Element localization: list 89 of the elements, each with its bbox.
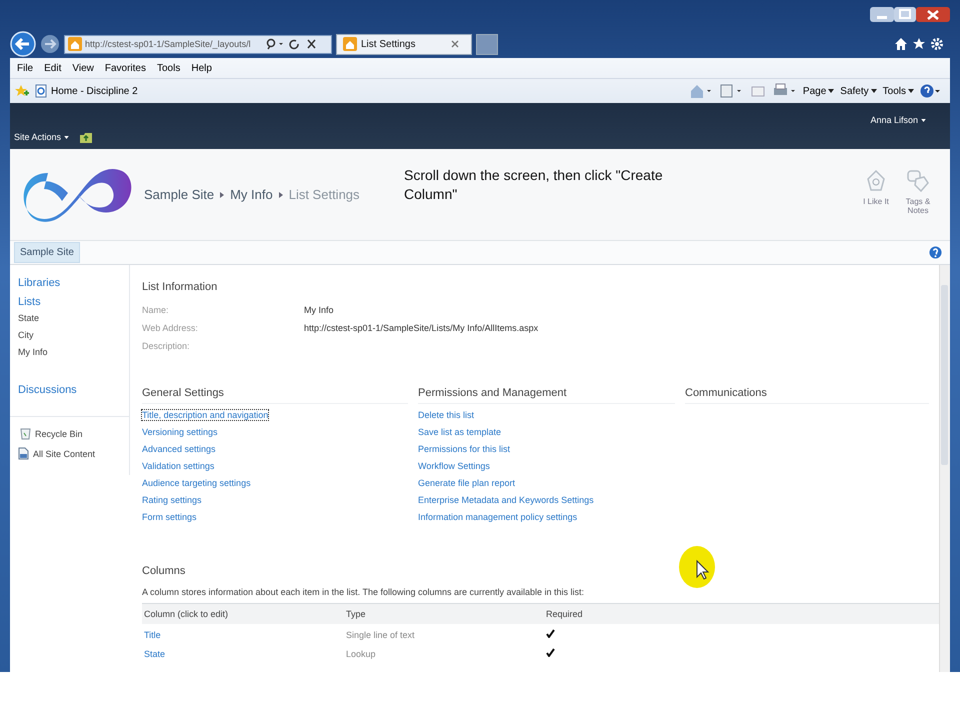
caret-icon — [828, 89, 834, 93]
settings-link[interactable]: Form settings — [142, 512, 197, 522]
scrollbar[interactable] — [939, 265, 950, 672]
section-heading: List Information — [142, 281, 218, 293]
breadcrumb-item: List Settings — [288, 187, 360, 202]
social-button[interactable]: Tags & Notes — [904, 169, 932, 215]
notes-icon — [906, 169, 930, 193]
site-tab[interactable]: Sample Site — [14, 242, 80, 263]
all-site-content-link[interactable]: All Site Content — [18, 447, 129, 468]
caret-icon — [64, 136, 70, 138]
column-header: Column (click to edit) — [144, 609, 230, 619]
document-icon — [18, 447, 29, 460]
nav-item[interactable]: City — [18, 330, 129, 340]
caret-icon — [921, 118, 926, 122]
web-page-icon — [35, 84, 48, 98]
section-heading: General Settings — [142, 387, 408, 404]
nav-item[interactable]: My Info — [18, 347, 129, 357]
menu-item[interactable]: Favorites — [104, 62, 146, 74]
help-icon[interactable] — [929, 246, 942, 259]
caret-icon — [908, 89, 914, 93]
menu-item[interactable]: View — [72, 62, 94, 74]
command-menu[interactable]: Tools — [882, 86, 914, 96]
site-icon — [68, 37, 82, 51]
column-header: Required — [546, 609, 584, 619]
new-tab-button[interactable] — [476, 34, 498, 54]
columns-description: A column stores information about each item in the list. The following columns are currently available in this list: — [142, 587, 586, 597]
nav-heading[interactable]: Lists — [18, 296, 129, 308]
field-label: Web Address: — [142, 323, 199, 333]
nav-item[interactable]: State — [18, 313, 129, 323]
back-icon[interactable] — [10, 31, 36, 57]
menu-item[interactable]: Edit — [44, 62, 62, 74]
section-heading: Permissions and Management — [418, 387, 675, 404]
window-controls-icon[interactable] — [870, 7, 950, 23]
settings-link[interactable]: Permissions for this list — [418, 444, 510, 454]
tutorial-note: Scroll down the screen, then click "Create Column" — [404, 166, 664, 204]
chevron-icon — [278, 192, 283, 198]
section-heading: Columns — [142, 565, 186, 577]
favorites-star-icon[interactable] — [14, 84, 29, 98]
breadcrumb-item[interactable]: My Info — [230, 187, 273, 202]
settings-link[interactable]: Rating settings — [142, 495, 202, 505]
settings-link[interactable]: Title, description and navigation — [142, 410, 268, 420]
caret-icon — [870, 89, 877, 93]
chevron-icon — [220, 192, 224, 198]
social-button[interactable]: I Like It — [862, 169, 890, 215]
table-cell: Single line of text — [346, 630, 415, 640]
settings-link[interactable]: Save list as template — [418, 427, 502, 437]
user-menu[interactable]: Anna Lifson — [870, 115, 926, 125]
navigate-up-icon[interactable] — [79, 130, 94, 144]
menu-item[interactable]: Tools — [156, 62, 180, 74]
address-bar[interactable]: http://cstest-sp01-1/SampleSite/_layouts/l — [64, 34, 332, 54]
recycle-bin-link[interactable]: Recycle Bin — [10, 416, 129, 440]
recycle-bin-icon — [20, 427, 31, 440]
field-value: http://cstest-sp01-1/SampleSite/Lists/My Info/AllItems.aspx — [304, 323, 540, 333]
field-value: My Info — [304, 305, 335, 315]
site-actions-menu[interactable]: Site Actions — [14, 132, 70, 142]
settings-link[interactable]: Generate file plan report — [418, 478, 516, 488]
settings-link[interactable]: Delete this list — [418, 410, 474, 420]
favorite-link[interactable]: Home - Discipline 2 — [35, 84, 138, 98]
settings-link[interactable]: Validation settings — [142, 461, 214, 471]
field-label: Description: — [142, 341, 191, 351]
site-icon — [343, 37, 357, 51]
close-icon[interactable] — [451, 40, 459, 48]
section-heading: Communications — [685, 387, 929, 404]
breadcrumb-item[interactable]: Sample Site — [144, 187, 214, 202]
cursor-highlight-icon — [678, 545, 716, 589]
tag-icon — [865, 169, 887, 193]
column-link[interactable]: State — [144, 648, 166, 658]
settings-link[interactable]: Versioning settings — [142, 427, 218, 437]
menu-item[interactable]: File — [17, 62, 34, 74]
menu-item[interactable]: Help — [191, 62, 212, 74]
column-link[interactable]: Title — [144, 630, 161, 640]
forward-icon[interactable] — [40, 34, 60, 54]
nav-heading[interactable]: Discussions — [18, 384, 129, 396]
table-cell: Lookup — [346, 648, 376, 658]
home-icon[interactable] — [894, 37, 908, 51]
help-icon[interactable] — [920, 84, 942, 98]
star-icon[interactable] — [912, 37, 926, 51]
settings-link[interactable]: Audience targeting settings — [142, 478, 251, 488]
field-label: Name: — [142, 305, 170, 315]
settings-icon[interactable] — [930, 37, 944, 51]
settings-link[interactable]: Advanced settings — [142, 444, 216, 454]
nav-heading[interactable]: Libraries — [18, 277, 129, 289]
settings-link[interactable]: Workflow Settings — [418, 461, 490, 471]
column-header: Type — [346, 609, 367, 619]
browser-tab[interactable]: List Settings — [336, 34, 472, 54]
settings-link[interactable]: Information management policy settings — [418, 512, 578, 522]
command-menu[interactable]: Safety — [840, 86, 877, 96]
command-menu[interactable]: Page — [802, 86, 834, 96]
settings-link[interactable]: Enterprise Metadata and Keywords Settings — [418, 495, 594, 505]
